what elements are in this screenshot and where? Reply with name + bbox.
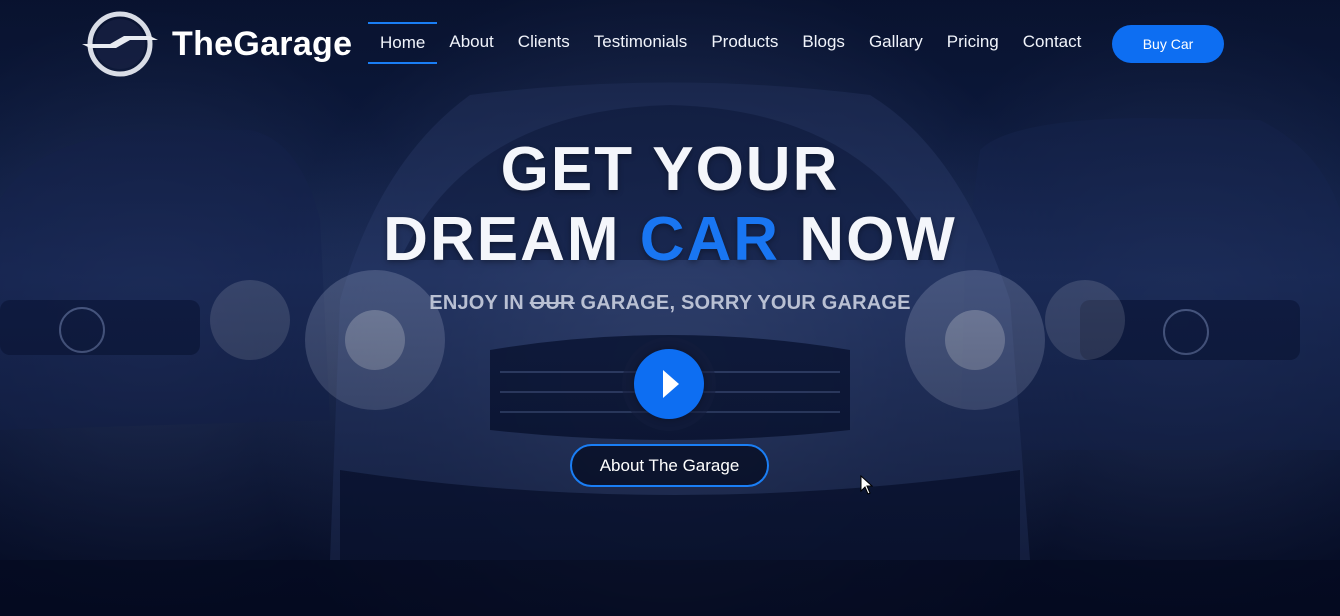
nav-blogs[interactable]: Blogs: [790, 22, 857, 64]
nav-clients[interactable]: Clients: [506, 22, 582, 64]
hero-tagline: ENJOY IN OUR GARAGE, SORRY YOUR GARAGE: [0, 292, 1340, 315]
hero-title-line2: DREAM CAR NOW: [0, 204, 1340, 275]
mouse-cursor-icon: [860, 475, 874, 495]
buy-car-button[interactable]: Buy Car: [1112, 25, 1224, 63]
nav-home[interactable]: Home: [368, 22, 438, 64]
lightning-emblem-icon: [82, 11, 158, 77]
hero-title-suffix: NOW: [780, 205, 957, 274]
nav-contact[interactable]: Contact: [1011, 22, 1094, 64]
main-nav: Home About Clients Testimonials Products…: [368, 22, 1093, 64]
tagline-prefix: ENJOY IN: [429, 292, 530, 314]
tagline-suffix: GARAGE, SORRY YOUR GARAGE: [574, 292, 911, 314]
brand-logo[interactable]: TheGarage: [80, 10, 352, 78]
play-video-button[interactable]: [634, 349, 704, 419]
hero-title-line1: GET YOUR: [500, 135, 840, 204]
hero-title-prefix: DREAM: [383, 205, 640, 274]
hero-title-accent: CAR: [639, 205, 781, 274]
brand-name: TheGarage: [172, 24, 353, 63]
about-garage-button[interactable]: About The Garage: [570, 444, 769, 487]
tagline-struck-word: OUR: [529, 292, 575, 314]
nav-products[interactable]: Products: [699, 22, 790, 64]
nav-pricing[interactable]: Pricing: [935, 22, 1011, 64]
nav-about[interactable]: About: [437, 22, 505, 64]
play-icon: [663, 370, 679, 398]
nav-testimonials[interactable]: Testimonials: [582, 22, 700, 64]
nav-gallary[interactable]: Gallary: [857, 22, 935, 64]
